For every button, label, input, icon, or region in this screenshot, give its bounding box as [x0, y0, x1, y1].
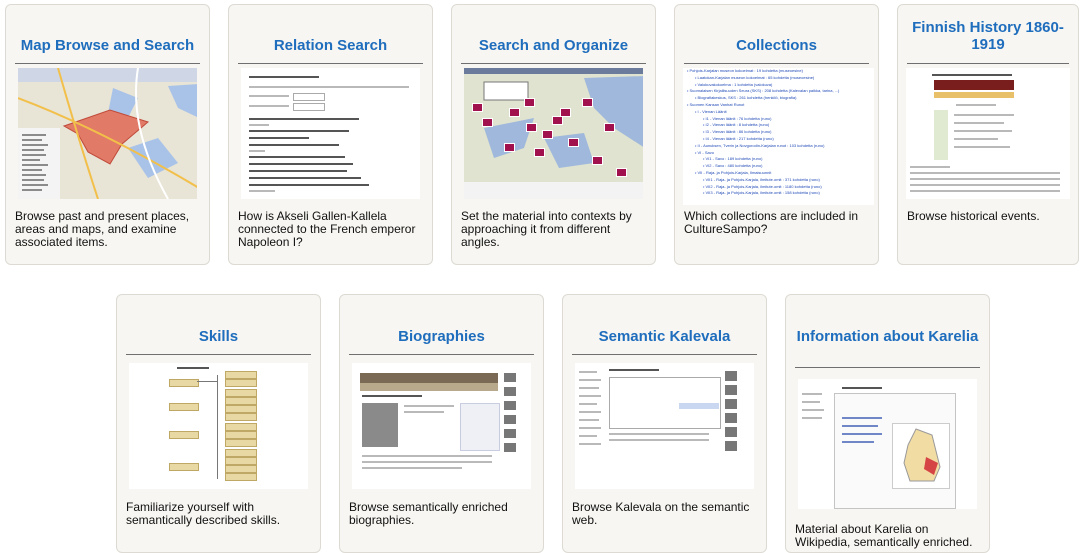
search-organize-thumbnail[interactable]	[464, 68, 643, 199]
collection-item[interactable]: • Laatokan-Karjalan museon kokoelmat : 6…	[683, 75, 874, 82]
collection-item[interactable]: • I3 - Vienan läänit : 86 kohdetta (runo…	[683, 129, 874, 136]
collection-item[interactable]: • I4 - Vienan läänit : 217 kohdetta (run…	[683, 136, 874, 143]
title-divider	[15, 63, 200, 64]
card-description: Browse Kalevala on the semantic web.	[572, 500, 750, 527]
title-divider	[907, 63, 1069, 64]
collection-item[interactable]: • VII2 - Raja- ja Pohjois-Karjala, ilmit…	[683, 184, 874, 191]
map-image	[464, 68, 643, 199]
card-description: Browse semantically enriched biographies…	[349, 500, 508, 527]
card-relation-search[interactable]: Relation Search How is Akseli Gallen-Kal…	[228, 4, 433, 265]
relation-search-thumbnail[interactable]	[241, 68, 420, 199]
card-title[interactable]: Collections	[675, 37, 878, 54]
card-karelia[interactable]: Information about Karelia Material about…	[785, 294, 990, 553]
collection-item[interactable]: • VI1 - Savo : 189 kohdetta (runo)	[683, 156, 874, 163]
collection-item[interactable]: • I - Vienan Läänit	[683, 109, 874, 116]
title-divider	[238, 63, 423, 64]
collection-item[interactable]: • VI - Savo	[683, 150, 874, 157]
card-title[interactable]: Biographies	[340, 328, 543, 345]
collection-item[interactable]: • II - Aunuksen, Tverin ja Novgorodin-Ka…	[683, 143, 874, 150]
map-image	[18, 68, 197, 199]
card-title[interactable]: Map Browse and Search	[6, 37, 209, 54]
card-description: Familiarize yourself with semantically d…	[126, 500, 281, 527]
title-divider	[684, 63, 869, 64]
card-description: Browse historical events.	[907, 209, 1040, 223]
collection-item[interactable]: • I2 - Vienan läänit : 8 kohdetta (runo)	[683, 122, 874, 129]
card-collections[interactable]: Collections • Pohjois-Karjalan museon ko…	[674, 4, 879, 265]
semantic-kalevala-thumbnail[interactable]	[575, 363, 754, 489]
collection-item[interactable]: • Suomen Kansan Vanhat Runot	[683, 102, 874, 109]
card-semantic-kalevala[interactable]: Semantic Kalevala Browse Kalevala on the…	[562, 294, 767, 553]
card-title[interactable]: Relation Search	[229, 37, 432, 54]
title-divider	[572, 354, 757, 355]
card-map-browse[interactable]: Map Browse and Search Browse past and pr…	[5, 4, 210, 265]
title-divider	[126, 354, 311, 355]
finnish-history-thumbnail[interactable]	[906, 68, 1070, 199]
collection-item[interactable]: • I1 - Vienan läänit : 76 kohdetta (runo…	[683, 116, 874, 123]
card-description: How is Akseli Gallen-Kallela connected t…	[238, 209, 416, 249]
collection-item[interactable]: • Suomalaisen Kirjallisuuden Seura (SKS)…	[683, 88, 874, 95]
title-divider	[461, 63, 646, 64]
collection-item[interactable]: • Valokuvakokoelma : 1 kohdetta (valokuv…	[683, 82, 874, 89]
card-title[interactable]: Skills	[117, 328, 320, 345]
card-title[interactable]: Search and Organize	[452, 37, 655, 54]
collection-item[interactable]: • VII3 - Raja- ja Pohjois-Karjala, ilmit…	[683, 190, 874, 197]
card-title[interactable]: Finnish History 1860-1919	[898, 19, 1078, 53]
card-search-organize[interactable]: Search and Organize Set the material int…	[451, 4, 656, 265]
karelia-map-image	[903, 428, 941, 482]
map-thumbnail[interactable]	[18, 68, 197, 199]
collection-item[interactable]: • VII - Raja- ja Pohjois-Karjala, Ilmais…	[683, 170, 874, 177]
collection-item[interactable]: • Biografiakeskus, SKS : 261 kohdetta (h…	[683, 95, 874, 102]
title-divider	[795, 367, 980, 368]
biographies-thumbnail[interactable]	[352, 363, 531, 489]
card-title[interactable]: Semantic Kalevala	[563, 328, 766, 345]
card-description: Set the material into contexts by approa…	[461, 209, 632, 249]
karelia-thumbnail[interactable]	[798, 379, 977, 509]
card-biographies[interactable]: Biographies Browse semantically enriched…	[339, 294, 544, 553]
skills-thumbnail[interactable]	[129, 363, 308, 489]
collection-item[interactable]: • Pohjois-Karjalan museon kokoelmat : 19…	[683, 68, 874, 75]
collection-item[interactable]: • VII1 - Raja- ja Pohjois-Karjala, ilmit…	[683, 177, 874, 184]
card-finnish-history[interactable]: Finnish History 1860-1919 Browse histori…	[897, 4, 1079, 265]
card-description: Which collections are included in Cultur…	[684, 209, 859, 236]
title-divider	[349, 354, 534, 355]
card-description: Browse past and present places, areas an…	[15, 209, 190, 249]
card-skills[interactable]: Skills Familiarize yourself with semanti…	[116, 294, 321, 553]
card-title[interactable]: Information about Karelia	[786, 328, 989, 345]
collections-list: • Pohjois-Karjalan museon kokoelmat : 19…	[683, 68, 874, 197]
collection-item[interactable]: • VI2 - Savo : 480 kohdetta (runo)	[683, 163, 874, 170]
card-description: Material about Karelia on Wikipedia, sem…	[795, 522, 973, 549]
collections-thumbnail[interactable]: • Pohjois-Karjalan museon kokoelmat : 19…	[683, 68, 874, 205]
